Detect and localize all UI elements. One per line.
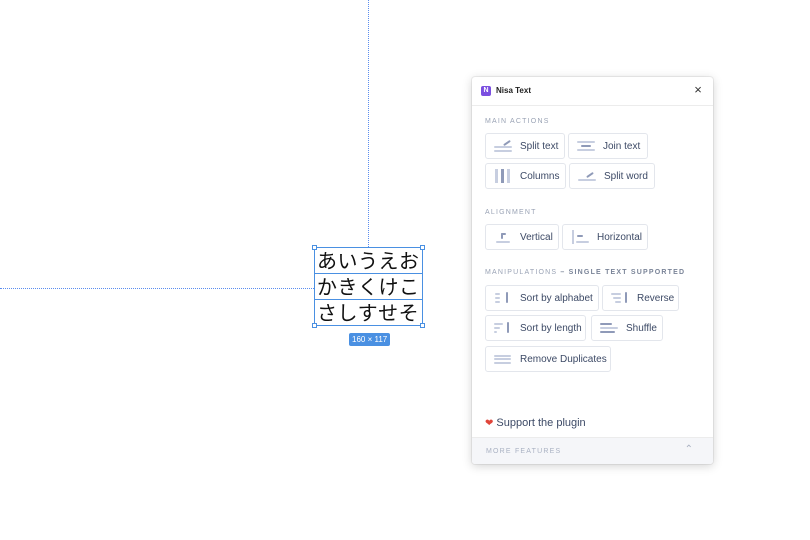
- chevron-up-icon[interactable]: ⌃: [685, 444, 693, 455]
- resize-handle-top-left[interactable]: [312, 245, 317, 250]
- text-line-3: さしすせそ: [317, 301, 420, 325]
- section-label-main-actions: MAIN ACTIONS: [485, 118, 550, 125]
- plugin-logo-icon: N: [481, 86, 491, 96]
- shuffle-button[interactable]: Shuffle: [591, 315, 663, 341]
- panel-header: N Nisa Text ×: [472, 77, 713, 106]
- line-separator: [315, 273, 422, 274]
- join-text-icon: [577, 139, 595, 153]
- horizontal-guide-line: [0, 288, 314, 289]
- text-line-1: あいうえお: [317, 249, 420, 273]
- sort-by-length-button[interactable]: Sort by length: [485, 315, 586, 341]
- sort-by-length-label: Sort by length: [520, 322, 582, 334]
- close-icon[interactable]: ×: [691, 83, 705, 97]
- sort-length-icon: [494, 321, 512, 335]
- more-features-bar[interactable]: MORE FEATURES ⌃: [472, 437, 713, 464]
- section-label-alignment: ALIGNMENT: [485, 209, 537, 216]
- line-separator: [315, 299, 422, 300]
- split-word-button[interactable]: Split word: [569, 163, 655, 189]
- text-line-2: かきくけこ: [317, 275, 420, 299]
- shuffle-label: Shuffle: [626, 322, 657, 334]
- section-label-manipulations: MANIPULATIONS – SINGLE TEXT SUPPORTED: [485, 269, 685, 276]
- sort-by-alphabet-button[interactable]: Sort by alphabet: [485, 285, 599, 311]
- vertical-button[interactable]: Vertical: [485, 224, 559, 250]
- split-text-label: Split text: [520, 140, 559, 152]
- sort-by-alphabet-label: Sort by alphabet: [520, 292, 593, 304]
- reverse-label: Reverse: [637, 292, 675, 304]
- plugin-title: Nisa Text: [496, 86, 531, 95]
- more-features-label: MORE FEATURES: [486, 448, 562, 455]
- support-link[interactable]: ❤ Support the plugin: [485, 417, 586, 429]
- heart-icon: ❤: [485, 418, 494, 429]
- dimension-badge: 160 × 117: [349, 333, 391, 346]
- resize-handle-top-right[interactable]: [420, 245, 425, 250]
- manipulations-label: MANIPULATIONS: [485, 269, 558, 276]
- join-text-button[interactable]: Join text: [568, 133, 648, 159]
- columns-label: Columns: [520, 170, 560, 182]
- vertical-align-icon: [494, 230, 512, 244]
- remove-duplicates-button[interactable]: Remove Duplicates: [485, 346, 611, 372]
- resize-handle-bottom-right[interactable]: [420, 323, 425, 328]
- sort-alphabet-icon: [494, 291, 512, 305]
- shuffle-icon: [600, 321, 618, 335]
- resize-handle-bottom-left[interactable]: [312, 323, 317, 328]
- split-word-icon: [578, 169, 596, 183]
- remove-duplicates-icon: [494, 352, 512, 366]
- columns-icon: [494, 169, 512, 183]
- horizontal-button[interactable]: Horizontal: [562, 224, 648, 250]
- remove-duplicates-label: Remove Duplicates: [520, 353, 607, 365]
- horizontal-label: Horizontal: [597, 231, 643, 243]
- split-word-label: Split word: [604, 170, 648, 182]
- reverse-icon: [611, 291, 629, 305]
- vertical-label: Vertical: [520, 231, 553, 243]
- plugin-panel: N Nisa Text × MAIN ACTIONS Split text Jo…: [472, 77, 713, 464]
- split-text-button[interactable]: Split text: [485, 133, 565, 159]
- columns-button[interactable]: Columns: [485, 163, 566, 189]
- support-label: Support the plugin: [496, 417, 586, 429]
- join-text-label: Join text: [603, 140, 641, 152]
- manipulations-note: – SINGLE TEXT SUPPORTED: [560, 269, 686, 276]
- split-text-icon: [494, 139, 512, 153]
- horizontal-align-icon: [571, 230, 589, 244]
- vertical-guide-line: [368, 0, 369, 247]
- reverse-button[interactable]: Reverse: [602, 285, 679, 311]
- selected-text-layer[interactable]: あいうえお かきくけこ さしすせそ: [312, 245, 425, 328]
